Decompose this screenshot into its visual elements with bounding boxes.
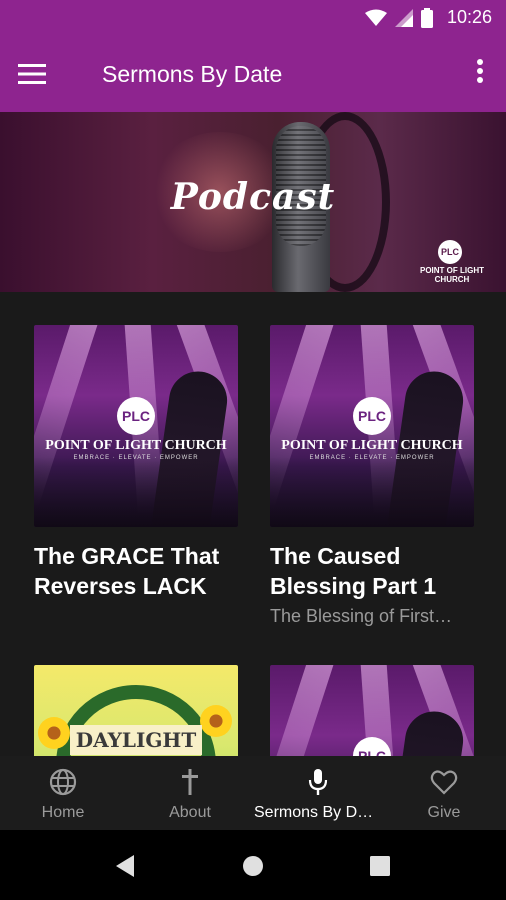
plc-circle: PLC <box>353 397 391 435</box>
back-icon[interactable] <box>114 854 136 878</box>
logo-circle: PLC <box>438 240 462 264</box>
more-vert-icon[interactable] <box>468 58 492 90</box>
nav-give-label: Give <box>427 804 461 821</box>
sermon-card[interactable]: DAYLIGHT <box>34 665 238 756</box>
church-logo: PLC POINT OF LIGHT CHURCH <box>408 240 496 286</box>
heart-icon <box>430 770 458 795</box>
home-icon[interactable] <box>242 855 264 877</box>
app-bar: Sermons By Date <box>0 36 506 112</box>
status-icons: 10:26 <box>364 7 492 28</box>
plc-tagline: EMBRACE · ELEVATE · EMPOWER <box>309 455 435 461</box>
nav-about[interactable]: About <box>126 756 254 830</box>
logo-text: POINT OF LIGHT CHURCH <box>420 266 484 284</box>
sermon-thumbnail[interactable]: DAYLIGHT <box>34 665 238 756</box>
bottom-navigation: Home About Sermons By Da… Give <box>0 756 506 830</box>
sermon-series: The Blessing of First… <box>270 606 453 626</box>
nav-sermons[interactable]: Sermons By Da… <box>254 756 382 830</box>
plc-circle: PLC <box>353 737 391 756</box>
plc-logo: PLC POINT OF LIGHT CHURCH EMBRACE · ELEV… <box>34 397 238 461</box>
sermon-title[interactable]: The GRACE That Reverses LACK <box>34 541 238 601</box>
signal-icon <box>394 8 413 27</box>
sermon-card[interactable]: PLC POINT OF LIGHT CHURCH EMBRACE · ELEV… <box>34 325 238 601</box>
plc-tagline: EMBRACE · ELEVATE · EMPOWER <box>73 455 199 461</box>
nav-home-label: Home <box>41 804 85 821</box>
nav-home[interactable]: Home <box>0 756 126 830</box>
plc-circle: PLC <box>117 397 155 435</box>
sermon-grid: PLC POINT OF LIGHT CHURCH EMBRACE · ELEV… <box>0 292 506 756</box>
banner-title: Podcast <box>170 176 336 218</box>
sermon-card[interactable]: PLC <box>270 665 474 756</box>
battery-icon <box>420 7 433 28</box>
sermon-thumbnail[interactable]: PLC POINT OF LIGHT CHURCH EMBRACE · ELEV… <box>34 325 238 527</box>
crowd-shadow <box>270 457 474 527</box>
page-title: Sermons By Date <box>102 61 283 87</box>
sermon-thumbnail[interactable]: PLC POINT OF LIGHT CHURCH EMBRACE · ELEV… <box>270 325 474 527</box>
status-time: 10:26 <box>446 7 492 27</box>
sermon-thumbnail[interactable]: PLC <box>270 665 474 756</box>
sunflower-icon <box>38 717 70 749</box>
nav-about-label: About <box>169 804 211 821</box>
plc-logo: PLC POINT OF LIGHT CHURCH EMBRACE · ELEV… <box>270 397 474 461</box>
daylight-sign: DAYLIGHT <box>70 725 202 755</box>
plc-name: POINT OF LIGHT CHURCH <box>45 438 227 453</box>
sunflower-icon <box>200 705 232 737</box>
status-bar: 10:26 <box>0 0 506 36</box>
plc-name: POINT OF LIGHT CHURCH <box>281 438 463 453</box>
plc-logo: PLC <box>270 737 474 756</box>
cross-icon <box>182 769 198 795</box>
recents-icon[interactable] <box>370 856 390 876</box>
nav-give[interactable]: Give <box>382 756 506 830</box>
crowd-shadow <box>34 457 238 527</box>
sermon-card[interactable]: PLC POINT OF LIGHT CHURCH EMBRACE · ELEV… <box>270 325 474 627</box>
sermon-title[interactable]: The Caused Blessing Part 1 <box>270 541 474 601</box>
nav-sermons-label: Sermons By Da… <box>254 804 382 821</box>
microphone-icon <box>308 769 328 795</box>
hamburger-menu-icon[interactable] <box>18 58 58 90</box>
globe-icon <box>49 768 77 796</box>
wifi-icon <box>364 9 387 26</box>
system-navigation-bar <box>0 830 506 900</box>
